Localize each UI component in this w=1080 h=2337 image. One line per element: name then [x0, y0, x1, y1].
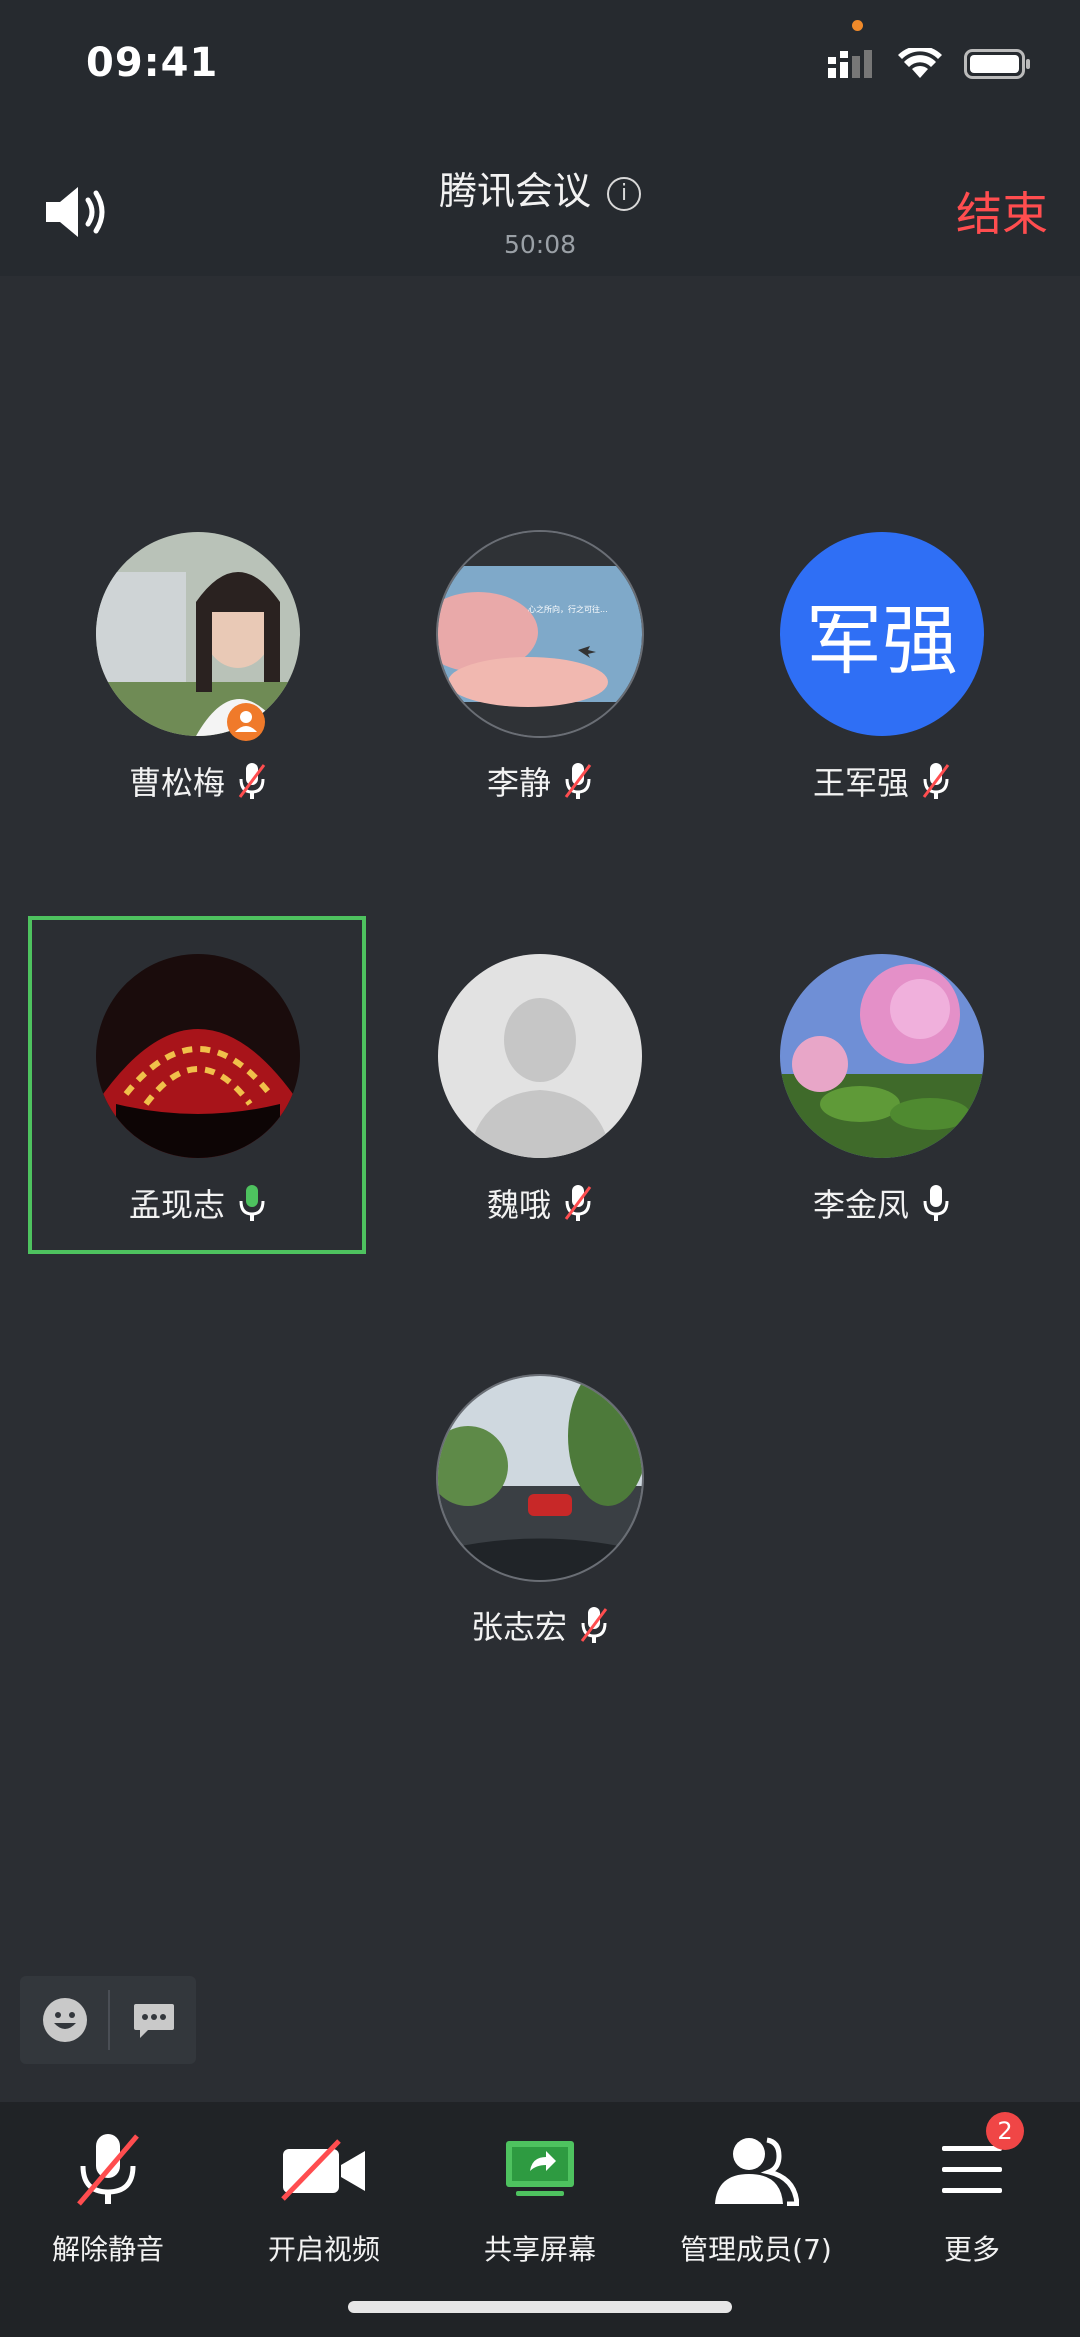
participant-tile[interactable]: 曹松梅: [48, 532, 348, 804]
avatar: [438, 1376, 642, 1580]
share-screen-icon: [506, 2141, 574, 2196]
unmute-label: 解除静音: [51, 2233, 164, 2266]
participant-tile[interactable]: 心之所向，行之可往... 李静: [390, 532, 690, 804]
quick-actions-panel: [20, 1976, 196, 2064]
participant-tile[interactable]: 军强 王军强: [732, 532, 1032, 804]
participant-name: 孟现志: [128, 1186, 225, 1224]
home-indicator: [348, 2301, 732, 2313]
participant-name-row: 张志宏: [390, 1602, 690, 1648]
wifi-icon: [898, 48, 942, 78]
meeting-title: 腾讯会议: [438, 169, 591, 213]
mic-muted-icon: [564, 763, 592, 799]
share-screen-label: 共享屏幕: [483, 2233, 596, 2266]
avatar: [780, 954, 984, 1158]
divider: [108, 1990, 110, 2050]
recording-indicator-dot: [852, 20, 863, 31]
avatar-text: 军强: [780, 532, 984, 736]
menu-icon: [942, 2146, 1002, 2193]
mic-muted-icon: [580, 1607, 608, 1643]
participant-name-row: 李静: [390, 758, 690, 804]
manage-members-label: 管理成员(7): [680, 2233, 832, 2266]
mic-muted-icon: [564, 1185, 592, 1221]
participant-tile-active[interactable]: 孟现志: [48, 954, 348, 1226]
avatar-placeholder: [438, 954, 642, 1158]
status-bar: 09:41: [0, 0, 1080, 120]
mic-muted-icon: [77, 2134, 139, 2206]
participant-tile[interactable]: 李金凤: [732, 954, 1032, 1226]
participant-name-row: 魏哦: [390, 1180, 690, 1226]
participant-name-row: 曹松梅: [48, 758, 348, 804]
end-meeting-button[interactable]: 结束: [956, 178, 1048, 244]
unmute-button[interactable]: 解除静音: [0, 2120, 216, 2268]
mic-speaking-icon: [239, 1185, 265, 1221]
notification-badge: 2: [986, 2112, 1024, 2150]
avatar: [96, 954, 300, 1158]
mic-on-icon: [923, 1185, 949, 1221]
more-label: 更多: [943, 2233, 1000, 2266]
meeting-duration: 50:08: [503, 230, 577, 259]
info-icon[interactable]: i: [607, 177, 641, 211]
participant-name-row: 王军强: [732, 758, 1032, 804]
participant-name: 李金凤: [812, 1186, 909, 1224]
participant-name-row: 李金凤: [732, 1180, 1032, 1226]
more-button[interactable]: 2 更多: [864, 2112, 1080, 2268]
participant-name: 魏哦: [486, 1186, 551, 1224]
avatar: [96, 532, 300, 736]
chat-icon[interactable]: [132, 1998, 176, 2042]
host-badge-icon: [227, 703, 265, 741]
status-time: 09:41: [86, 40, 219, 86]
start-video-button[interactable]: 开启视频: [216, 2120, 432, 2268]
mic-muted-icon: [238, 763, 266, 799]
meeting-title-wrap: 腾讯会议 i: [0, 160, 1080, 215]
mic-muted-icon: [922, 763, 950, 799]
manage-members-button[interactable]: 管理成员(7): [648, 2120, 864, 2268]
share-screen-button[interactable]: 共享屏幕: [432, 2120, 648, 2268]
default-person-icon: [468, 998, 612, 1158]
status-icons: [828, 48, 1032, 80]
cellular-signal-icon: [828, 50, 872, 78]
battery-icon: [964, 49, 1030, 79]
emoji-icon[interactable]: [42, 1997, 88, 2043]
svg-text:心之所向，行之可往...: 心之所向，行之可往...: [528, 604, 608, 614]
avatar-initials: 军强: [806, 596, 958, 685]
participant-name-row: 孟现志: [48, 1180, 348, 1226]
participant-tile[interactable]: 张志宏: [390, 1376, 690, 1648]
participant-name: 王军强: [812, 764, 909, 802]
participant-name: 张志宏: [470, 1608, 567, 1646]
participant-name: 曹松梅: [128, 764, 225, 802]
video-off-icon: [281, 2139, 365, 2201]
avatar: 心之所向，行之可往...: [438, 532, 642, 736]
participant-name: 李静: [486, 764, 551, 802]
meeting-header: 腾讯会议 i 50:08 结束: [0, 120, 1080, 276]
members-icon: [715, 2137, 799, 2206]
participant-tile[interactable]: 魏哦: [390, 954, 690, 1226]
start-video-label: 开启视频: [267, 2233, 380, 2266]
